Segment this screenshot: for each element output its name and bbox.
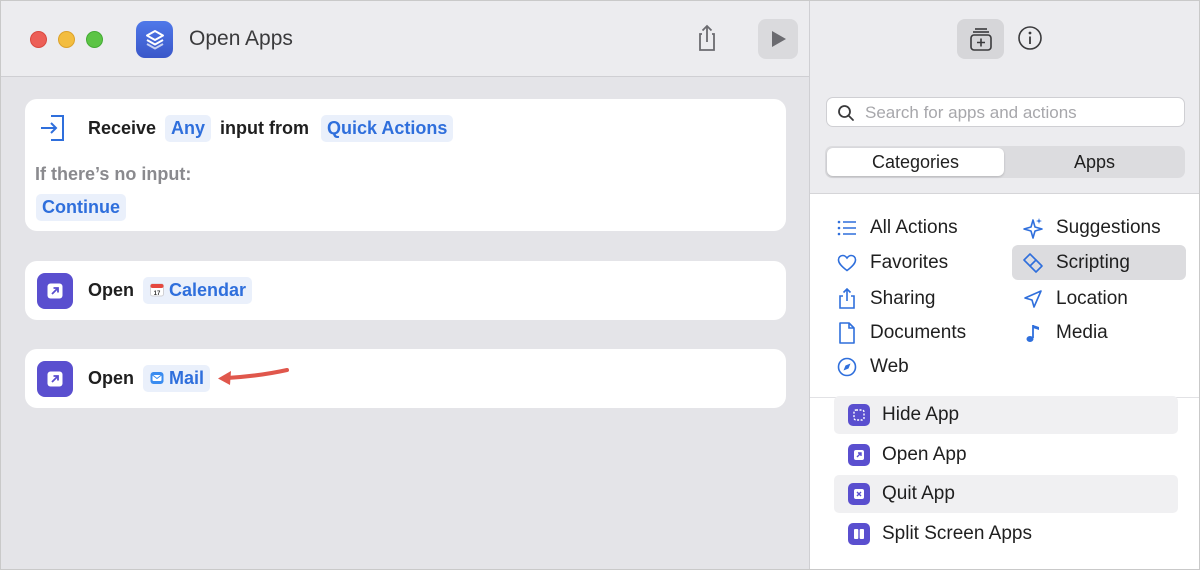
quit-app-icon — [848, 483, 870, 505]
shortcuts-window: Open Apps Receive Any input from Quick A… — [0, 0, 1200, 570]
open-app-icon — [848, 444, 870, 466]
no-input-label: If there’s no input: — [35, 164, 192, 184]
minimize-window-button[interactable] — [58, 31, 75, 48]
annotation-arrow-icon — [218, 368, 289, 385]
heart-icon — [836, 252, 858, 274]
category-label: Favorites — [870, 251, 949, 273]
category-documents[interactable]: Documents — [834, 316, 1004, 349]
share-button[interactable] — [691, 22, 723, 54]
hide-app-icon — [848, 404, 870, 426]
open-app-icon — [37, 361, 73, 397]
receive-label: Receive — [88, 118, 157, 138]
music-note-icon — [1022, 322, 1044, 344]
mail-icon — [150, 372, 164, 384]
action-item-split-screen-apps[interactable]: Split Screen Apps — [834, 515, 1178, 553]
tab-categories[interactable]: Categories — [827, 148, 1004, 176]
sparkles-icon — [1022, 217, 1044, 239]
search-input[interactable] — [865, 102, 1175, 124]
input-type-token[interactable]: Any — [165, 115, 212, 142]
scripting-icon — [1022, 252, 1044, 274]
open-verb-label: Open — [88, 280, 135, 300]
receive-input-icon — [41, 115, 64, 141]
app-token-label: Calendar — [169, 280, 247, 300]
action-item-label: Split Screen Apps — [882, 523, 1032, 544]
location-arrow-icon — [1022, 288, 1044, 310]
add-action-icon — [969, 28, 992, 51]
titlebar: Open Apps — [1, 1, 809, 77]
category-media[interactable]: Media — [1012, 316, 1186, 349]
editor-pane: Open Apps Receive Any input from Quick A… — [1, 1, 809, 569]
search-field[interactable] — [826, 97, 1185, 127]
calendar-icon: 17 — [150, 283, 164, 297]
category-favorites[interactable]: Favorites — [834, 246, 1004, 279]
split-screen-icon — [848, 523, 870, 545]
app-token-label: Mail — [169, 368, 205, 388]
category-label: Suggestions — [1056, 216, 1161, 238]
info-icon — [1018, 26, 1042, 50]
library-header: Categories Apps — [810, 1, 1199, 194]
run-button[interactable] — [758, 19, 798, 59]
document-icon — [836, 321, 858, 344]
app-token-calendar[interactable]: 17 Calendar — [143, 277, 253, 304]
no-input-action-token[interactable]: Continue — [36, 194, 126, 221]
category-location[interactable]: Location — [1012, 282, 1186, 315]
category-all-actions[interactable]: All Actions — [834, 211, 1004, 244]
open-app-icon — [37, 273, 73, 309]
receive-input-card[interactable]: Receive Any input from Quick Actions If … — [25, 99, 786, 231]
category-label: Location — [1056, 287, 1128, 309]
category-label: Sharing — [870, 287, 936, 309]
category-scripting[interactable]: Scripting — [1012, 245, 1186, 280]
action-library-pane: Categories Apps All Actions Suggestions … — [809, 1, 1199, 569]
category-web[interactable]: Web — [834, 350, 1004, 383]
category-suggestions[interactable]: Suggestions — [1012, 211, 1186, 244]
window-title: Open Apps — [189, 27, 293, 50]
close-window-button[interactable] — [30, 31, 47, 48]
play-icon — [772, 31, 786, 47]
open-app-action-card[interactable]: Open Mail — [25, 349, 786, 408]
svg-text:17: 17 — [154, 291, 161, 297]
category-label: Web — [870, 355, 909, 377]
search-icon — [838, 105, 854, 121]
category-label: Documents — [870, 321, 967, 343]
action-library-button[interactable] — [957, 19, 1004, 59]
info-button[interactable] — [1017, 25, 1043, 51]
compass-icon — [836, 356, 858, 378]
category-label: All Actions — [870, 216, 958, 238]
app-token-mail[interactable]: Mail — [143, 365, 211, 392]
open-app-action-card[interactable]: Open 17 Calendar — [25, 261, 786, 320]
library-tab-control: Categories Apps — [825, 146, 1185, 178]
category-label: Scripting — [1056, 251, 1130, 273]
action-item-hide-app[interactable]: Hide App — [834, 396, 1178, 434]
share-icon — [836, 287, 858, 310]
zoom-window-button[interactable] — [86, 31, 103, 48]
action-item-label: Open App — [882, 444, 967, 465]
shortcut-icon[interactable] — [136, 21, 173, 58]
action-item-open-app[interactable]: Open App — [834, 436, 1178, 474]
category-sharing[interactable]: Sharing — [834, 282, 1004, 315]
open-verb-label: Open — [88, 368, 135, 388]
list-icon — [836, 217, 858, 239]
share-icon — [699, 24, 715, 51]
action-item-label: Quit App — [882, 483, 955, 504]
tab-apps[interactable]: Apps — [1006, 148, 1183, 176]
input-source-token[interactable]: Quick Actions — [321, 115, 454, 142]
input-from-label: input from — [220, 118, 309, 138]
action-item-quit-app[interactable]: Quit App — [834, 475, 1178, 513]
category-label: Media — [1056, 321, 1108, 343]
action-item-label: Hide App — [882, 404, 960, 425]
